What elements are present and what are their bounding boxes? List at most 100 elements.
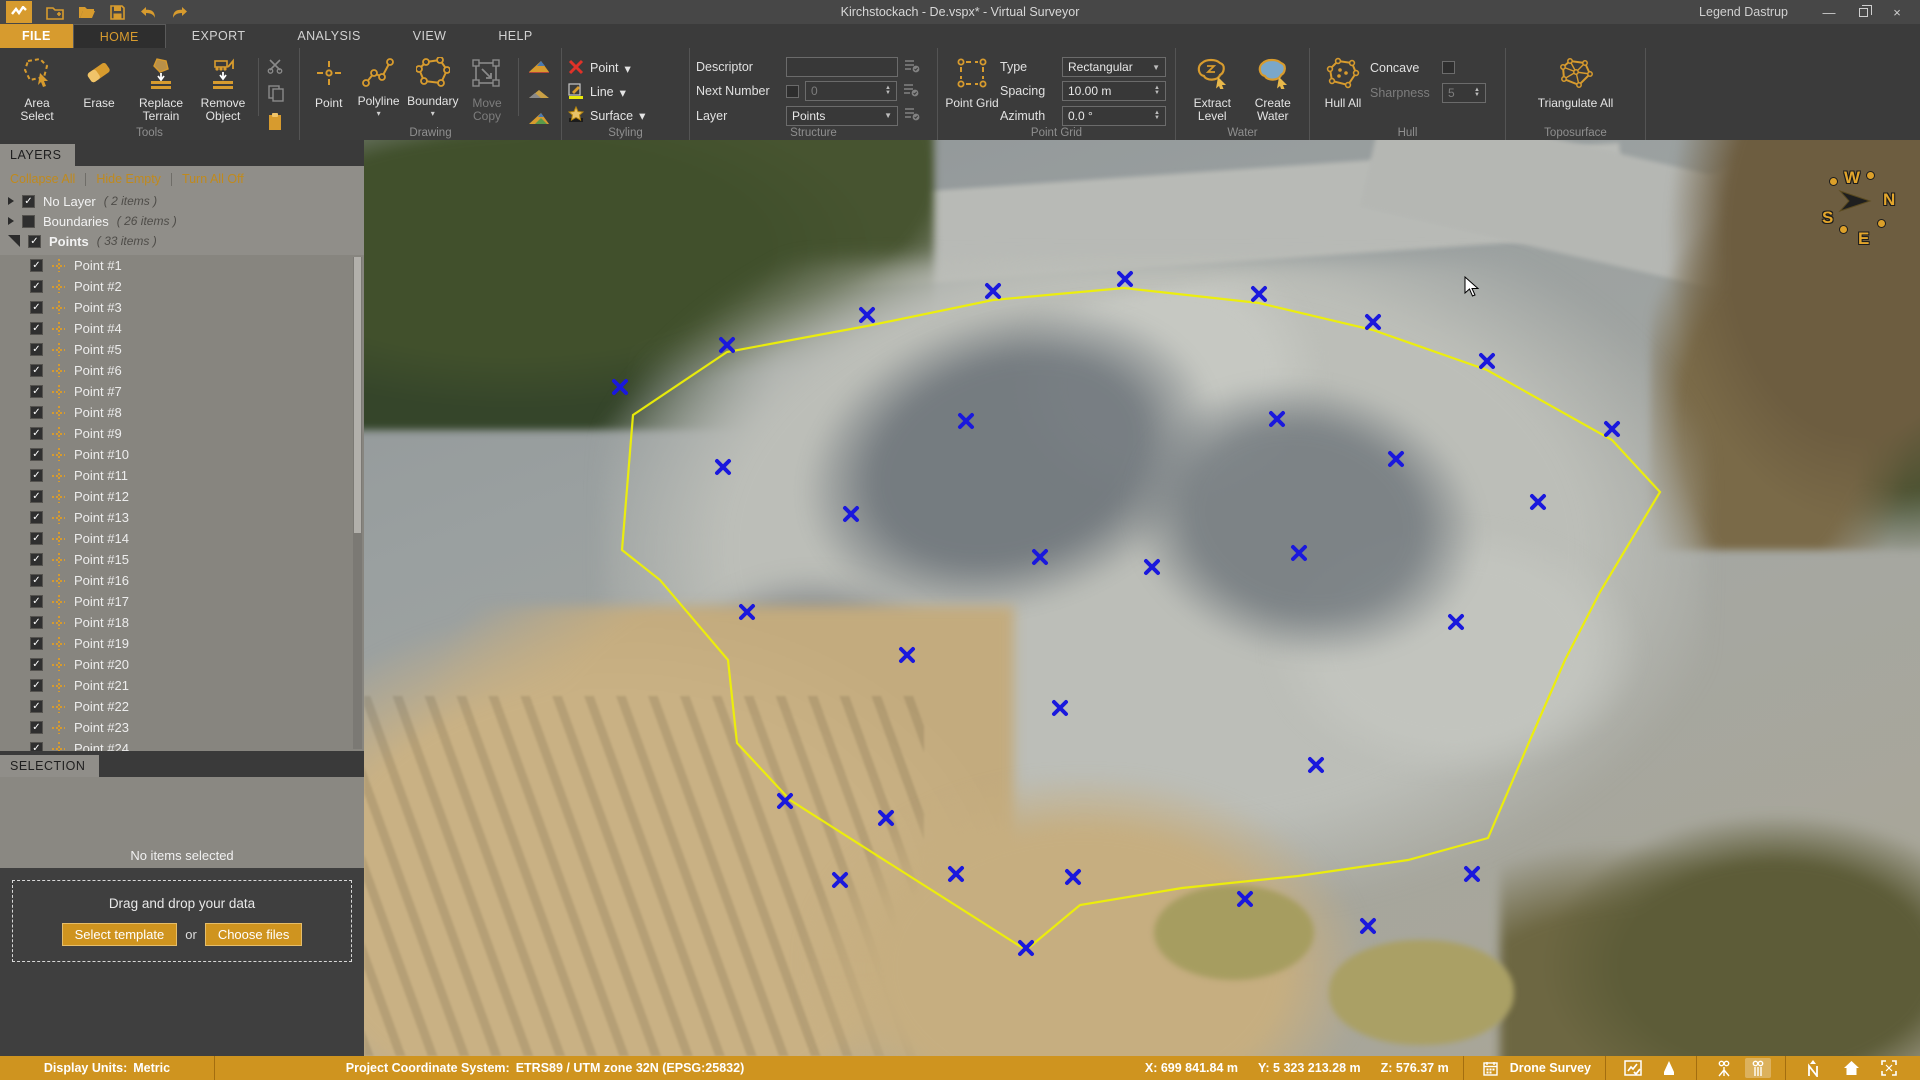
- point-list-item[interactable]: ✓Point #13: [0, 507, 364, 528]
- layer-group-points[interactable]: ✓ Points ( 33 items ): [0, 231, 364, 251]
- turn-all-off-link[interactable]: Turn All Off: [182, 172, 244, 186]
- point-checkbox[interactable]: ✓: [30, 721, 43, 734]
- survey-point-marker[interactable]: [858, 306, 876, 324]
- point-checkbox[interactable]: ✓: [30, 595, 43, 608]
- point-checkbox[interactable]: ✓: [30, 364, 43, 377]
- point-list-item[interactable]: ✓Point #4: [0, 318, 364, 339]
- survey-point-marker[interactable]: [611, 378, 629, 396]
- survey-point-marker[interactable]: [718, 336, 736, 354]
- tab-home[interactable]: HOME: [73, 24, 166, 48]
- descriptor-options-icon[interactable]: [904, 59, 920, 76]
- survey-point-marker[interactable]: [738, 603, 756, 621]
- survey-mode-selector[interactable]: Drone Survey: [1464, 1056, 1605, 1080]
- fullscreen-icon[interactable]: [1876, 1058, 1902, 1078]
- survey-point-marker[interactable]: [1031, 548, 1049, 566]
- save-icon[interactable]: [110, 5, 125, 20]
- cut-icon[interactable]: [267, 58, 285, 79]
- point-list-item[interactable]: ✓Point #23: [0, 717, 364, 738]
- tab-file[interactable]: FILE: [0, 24, 73, 48]
- collapse-icon[interactable]: [8, 235, 20, 247]
- tab-export[interactable]: EXPORT: [166, 24, 272, 48]
- point-list-item[interactable]: ✓Point #12: [0, 486, 364, 507]
- point-checkbox[interactable]: ✓: [30, 637, 43, 650]
- survey-point-marker[interactable]: [1307, 756, 1325, 774]
- app-logo-icon[interactable]: [6, 1, 32, 23]
- survey-point-marker[interactable]: [1143, 558, 1161, 576]
- terrain-style-1-icon[interactable]: [527, 58, 551, 79]
- descriptor-field[interactable]: [786, 57, 898, 77]
- remove-object-button[interactable]: Remove Object: [192, 52, 254, 126]
- scrollbar[interactable]: [353, 257, 362, 749]
- survey-point-marker[interactable]: [1359, 917, 1377, 935]
- point-list-item[interactable]: ✓Point #6: [0, 360, 364, 381]
- survey-point-marker[interactable]: [1250, 285, 1268, 303]
- orbit-view-icon[interactable]: [1711, 1058, 1737, 1078]
- survey-point-marker[interactable]: [1463, 865, 1481, 883]
- concave-checkbox[interactable]: [1442, 61, 1455, 74]
- polyline-button[interactable]: Polyline ▾: [351, 52, 405, 126]
- survey-point-marker[interactable]: [1116, 270, 1134, 288]
- type-dropdown[interactable]: Rectangular ▼: [1062, 57, 1166, 77]
- collapse-all-link[interactable]: Collapse All: [10, 172, 75, 186]
- point-list-item[interactable]: ✓Point #3: [0, 297, 364, 318]
- point-checkbox[interactable]: ✓: [30, 511, 43, 524]
- sharpness-field[interactable]: 5 ▲▼: [1442, 83, 1486, 103]
- restore-button[interactable]: [1848, 1, 1878, 23]
- point-checkbox[interactable]: ✓: [30, 658, 43, 671]
- point-checkbox[interactable]: ✓: [30, 469, 43, 482]
- point-checkbox[interactable]: ✓: [30, 616, 43, 629]
- move-copy-button[interactable]: Move Copy: [460, 52, 514, 126]
- survey-point-marker[interactable]: [947, 865, 965, 883]
- survey-point-marker[interactable]: [957, 412, 975, 430]
- point-checkbox[interactable]: ✓: [30, 700, 43, 713]
- point-checkbox[interactable]: ✓: [30, 259, 43, 272]
- points-checkbox[interactable]: ✓: [28, 235, 41, 248]
- next-number-field[interactable]: 0 ▲▼: [805, 81, 897, 101]
- erase-button[interactable]: Erase: [68, 52, 130, 126]
- north-up-icon[interactable]: [1800, 1058, 1826, 1078]
- styling-surface-button[interactable]: Surface ▾: [568, 105, 645, 126]
- extract-level-button[interactable]: Extract Level: [1182, 52, 1243, 126]
- point-list-item[interactable]: ✓Point #21: [0, 675, 364, 696]
- point-list-item[interactable]: ✓Point #22: [0, 696, 364, 717]
- expand-icon[interactable]: [8, 217, 14, 225]
- layer-group-boundaries[interactable]: Boundaries ( 26 items ): [0, 211, 364, 231]
- point-list-item[interactable]: ✓Point #16: [0, 570, 364, 591]
- plumb-weight-icon[interactable]: [1656, 1058, 1682, 1078]
- open-icon[interactable]: [78, 5, 96, 19]
- survey-point-marker[interactable]: [1051, 699, 1069, 717]
- minimize-button[interactable]: —: [1814, 1, 1844, 23]
- point-list-item[interactable]: ✓Point #15: [0, 549, 364, 570]
- point-list-item[interactable]: ✓Point #20: [0, 654, 364, 675]
- point-checkbox[interactable]: ✓: [30, 280, 43, 293]
- hide-empty-link[interactable]: Hide Empty: [96, 172, 161, 186]
- survey-point-marker[interactable]: [1603, 420, 1621, 438]
- survey-point-marker[interactable]: [714, 458, 732, 476]
- redo-icon[interactable]: [171, 6, 189, 19]
- close-button[interactable]: ×: [1882, 1, 1912, 23]
- tab-view[interactable]: VIEW: [387, 24, 473, 48]
- no-layer-checkbox[interactable]: ✓: [22, 195, 35, 208]
- boundaries-checkbox[interactable]: [22, 215, 35, 228]
- tab-help[interactable]: HELP: [472, 24, 558, 48]
- home-view-icon[interactable]: [1838, 1058, 1864, 1078]
- azimuth-field[interactable]: 0.0 ° ▲▼: [1062, 106, 1166, 126]
- point-checkbox[interactable]: ✓: [30, 574, 43, 587]
- survey-point-marker[interactable]: [1529, 493, 1547, 511]
- point-list-item[interactable]: ✓Point #10: [0, 444, 364, 465]
- hull-all-button[interactable]: Hull All: [1316, 52, 1370, 126]
- descriptor-input[interactable]: [792, 60, 892, 74]
- survey-point-marker[interactable]: [1364, 313, 1382, 331]
- boundary-dropdown-caret[interactable]: ▾: [431, 111, 435, 117]
- new-project-icon[interactable]: [46, 5, 64, 20]
- next-number-checkbox[interactable]: [786, 85, 799, 98]
- survey-point-marker[interactable]: [831, 871, 849, 889]
- replace-terrain-button[interactable]: Replace Terrain: [130, 52, 192, 126]
- survey-point-marker[interactable]: [1290, 544, 1308, 562]
- compass-rose[interactable]: W N S E: [1812, 164, 1920, 259]
- point-checkbox[interactable]: ✓: [30, 490, 43, 503]
- survey-point-marker[interactable]: [1447, 613, 1465, 631]
- survey-point-marker[interactable]: [1387, 450, 1405, 468]
- layer-group-no-layer[interactable]: ✓ No Layer ( 2 items ): [0, 191, 364, 211]
- user-name[interactable]: Legend Dastrup: [1699, 5, 1788, 19]
